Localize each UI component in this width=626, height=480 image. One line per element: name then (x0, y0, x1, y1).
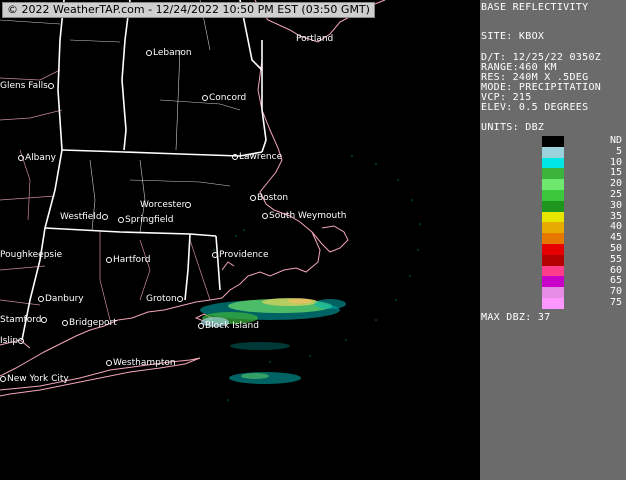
city-label: Lawrence (232, 152, 282, 162)
city-marker-icon (101, 213, 108, 220)
radar-viewer: © 2022 WeatherTAP.com - 12/24/2022 10:50… (0, 0, 626, 480)
city-label: Lebanon (146, 48, 192, 58)
legend-label: 40 (609, 221, 622, 233)
city-marker-icon (41, 316, 48, 323)
county-lines (0, 69, 211, 321)
product-title: BASE REFLECTIVITY (481, 2, 589, 13)
legend-swatch (542, 244, 564, 256)
city-label: Albany (18, 153, 56, 163)
legend-swatch (542, 179, 564, 191)
legend-label: 25 (609, 189, 622, 200)
city-marker-icon (106, 359, 112, 366)
city-label: Portland (296, 34, 334, 44)
city-marker-icon (0, 375, 6, 382)
legend-label: 5 (615, 145, 622, 157)
units-label: UNITS: DBZ (481, 122, 545, 133)
legend-swatch (542, 233, 564, 245)
legend-label: 30 (609, 199, 622, 211)
city-label: Bridgeport (62, 318, 117, 328)
city-label: Providence (212, 250, 269, 260)
city-label: Hartford (106, 255, 150, 265)
legend-swatch (542, 211, 564, 223)
city-label: Worcester (140, 200, 192, 210)
city-label: Springfield (118, 215, 173, 225)
city-label: South Weymouth (262, 211, 346, 221)
range-ring (213, 155, 421, 401)
city-label: Concord (202, 93, 246, 103)
legend-swatch (542, 200, 564, 213)
map-lines (0, 0, 421, 401)
info-line: ELEV: 0.5 DEGREES (481, 102, 589, 113)
info-panel: BASE REFLECTIVITY SITE: KBOX D/T: 12/25/… (480, 0, 626, 480)
legend-swatch (542, 298, 564, 310)
legend-label: 20 (609, 178, 622, 190)
city-marker-icon (232, 153, 238, 160)
legend-swatch (542, 287, 564, 299)
radar-map[interactable]: © 2022 WeatherTAP.com - 12/24/2022 10:50… (0, 0, 480, 480)
legend-label: 75 (609, 297, 622, 308)
city-label: Westhampton (106, 358, 176, 368)
city-marker-icon (18, 154, 24, 161)
city-marker-icon (176, 295, 183, 302)
city-label: Glens Falls (0, 81, 55, 91)
city-marker-icon (118, 216, 124, 223)
legend-swatch (542, 146, 564, 159)
city-label: Stamford (0, 315, 48, 325)
city-label: Danbury (38, 294, 84, 304)
legend-label: 55 (609, 253, 622, 265)
city-marker-icon (202, 94, 208, 101)
city-marker-icon (18, 337, 25, 344)
legend-label: 15 (609, 167, 622, 179)
legend-label: 45 (609, 232, 622, 244)
legend-label: 70 (609, 286, 622, 298)
legend-label: 65 (609, 275, 622, 287)
timestamp-banner: © 2022 WeatherTAP.com - 12/24/2022 10:50… (2, 2, 375, 18)
city-label: New York City (0, 374, 69, 384)
city-marker-icon (38, 295, 44, 302)
max-dbz-label: MAX DBZ: 37 (481, 312, 551, 323)
city-marker-icon (262, 212, 268, 219)
legend-swatch (542, 190, 564, 202)
legend-swatch (542, 254, 564, 267)
legend-label: ND (609, 135, 622, 146)
legend-swatch (542, 222, 564, 234)
legend-swatch (542, 168, 564, 180)
precipitation-echoes (200, 298, 346, 384)
city-label: Boston (250, 193, 288, 203)
coastline (0, 0, 386, 397)
city-marker-icon (250, 194, 256, 201)
legend-swatch (542, 157, 564, 169)
site-label: SITE: KBOX (481, 31, 545, 42)
legend-label: 60 (609, 264, 622, 276)
city-marker-icon (62, 319, 68, 326)
city-label: Block Island (198, 321, 259, 331)
city-label: Westfield (60, 212, 109, 222)
city-marker-icon (47, 82, 54, 89)
city-marker-icon (198, 322, 204, 329)
city-marker-icon (185, 201, 192, 208)
legend-label: 10 (609, 156, 622, 168)
city-marker-icon (146, 49, 152, 56)
city-label: Islip (0, 336, 25, 346)
city-label: Groton (146, 294, 184, 304)
legend-label: 35 (609, 210, 622, 222)
legend-label: 50 (609, 243, 622, 254)
city-marker-icon (212, 251, 218, 258)
legend-swatch (542, 276, 564, 288)
city-marker-icon (106, 256, 112, 263)
city-label: Poughkeepsie (0, 250, 63, 260)
legend-swatch (542, 265, 564, 277)
legend-swatch (542, 136, 564, 148)
